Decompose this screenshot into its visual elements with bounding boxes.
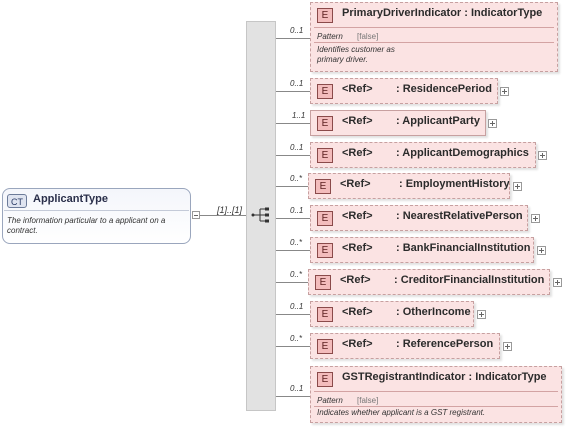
connector-line <box>200 215 246 216</box>
expand-icon[interactable] <box>538 151 547 160</box>
collapse-icon[interactable] <box>192 211 200 219</box>
element-name: : ResidencePeriod <box>396 83 492 95</box>
element-name: : CreditorFinancialInstitution <box>394 274 545 286</box>
connector-line <box>276 282 308 283</box>
element-box[interactable]: E <Ref> : NearestRelativePerson <box>310 205 528 231</box>
complex-type-divider <box>4 210 189 211</box>
cardinality-label: 0..1 <box>290 206 304 215</box>
element-documentation: Identifies customer as <box>317 45 395 54</box>
separator <box>314 27 554 28</box>
element-name: : ReferencePerson <box>396 338 494 350</box>
expand-icon[interactable] <box>537 246 546 255</box>
connector-line <box>276 396 310 397</box>
sequence-icon[interactable] <box>251 207 271 223</box>
expand-icon[interactable] <box>500 87 509 96</box>
cardinality-label: 1..1 <box>292 111 306 120</box>
element-badge: E <box>317 84 333 99</box>
element-name: : ApplicantParty <box>396 115 480 127</box>
cardinality-label: 0..* <box>290 334 303 343</box>
element-badge: E <box>315 275 331 290</box>
ref-label: <Ref> <box>342 115 373 127</box>
sequence-cardinality: [1]..[1] <box>217 205 243 215</box>
connector-line <box>276 91 310 92</box>
separator <box>314 391 558 392</box>
connector-line <box>276 218 310 219</box>
element-box[interactable]: E <Ref> : EmploymentHistory <box>308 173 510 199</box>
element-badge: E <box>317 211 333 226</box>
element-badge: E <box>317 8 333 23</box>
ref-label: <Ref> <box>342 83 373 95</box>
cardinality-label: 0..1 <box>290 79 304 88</box>
element-name: : EmploymentHistory <box>399 178 510 190</box>
element-box[interactable]: E PrimaryDriverIndicator : IndicatorType… <box>310 2 558 72</box>
cardinality-label: 0..1 <box>290 384 304 393</box>
cardinality-label: 0..* <box>290 238 303 247</box>
element-box[interactable]: E <Ref> : ApplicantDemographics <box>310 142 536 168</box>
element-box[interactable]: E <Ref> : ResidencePeriod <box>310 78 498 104</box>
complex-type-badge: CT <box>7 194 27 208</box>
expand-icon[interactable] <box>553 278 562 287</box>
element-box[interactable]: E <Ref> : ApplicantParty <box>310 110 486 136</box>
ref-label: <Ref> <box>342 338 373 350</box>
connector-line <box>276 186 308 187</box>
element-box[interactable]: E GSTRegistrantIndicator : IndicatorType… <box>310 366 562 423</box>
element-box[interactable]: E <Ref> : ReferencePerson <box>310 333 500 359</box>
ref-label: <Ref> <box>340 178 371 190</box>
cardinality-label: 0..* <box>290 174 303 183</box>
facet-value: [false] <box>357 396 379 405</box>
element-badge: E <box>317 116 333 131</box>
element-name: : OtherIncome <box>396 306 471 318</box>
complex-type-documentation: The information particular to a applican… <box>7 216 166 235</box>
cardinality-label: 0..* <box>290 270 303 279</box>
cardinality-label: 0..1 <box>290 26 304 35</box>
expand-icon[interactable] <box>488 119 497 128</box>
expand-icon[interactable] <box>513 182 522 191</box>
element-name: PrimaryDriverIndicator : IndicatorType <box>342 7 543 19</box>
separator <box>314 406 558 407</box>
connector-line <box>276 123 310 124</box>
element-name: : NearestRelativePerson <box>396 210 523 222</box>
separator <box>314 42 554 43</box>
ref-label: <Ref> <box>342 147 373 159</box>
element-badge: E <box>317 307 333 322</box>
element-box[interactable]: E <Ref> : OtherIncome <box>310 301 474 327</box>
element-documentation: primary driver. <box>317 55 368 64</box>
element-name: GSTRegistrantIndicator : IndicatorType <box>342 371 547 383</box>
facet-value: [false] <box>357 32 379 41</box>
cardinality-label: 0..1 <box>290 302 304 311</box>
element-documentation: Indicates whether applicant is a GST reg… <box>317 408 486 417</box>
element-badge: E <box>317 243 333 258</box>
connector-line <box>276 250 310 251</box>
facet-label: Pattern <box>317 32 343 41</box>
ref-label: <Ref> <box>342 306 373 318</box>
complex-type-name: ApplicantType <box>33 193 108 205</box>
element-name: : BankFinancialInstitution <box>396 242 531 254</box>
ref-label: <Ref> <box>340 274 371 286</box>
expand-icon[interactable] <box>477 310 486 319</box>
element-name: : ApplicantDemographics <box>396 147 529 159</box>
element-badge: E <box>317 372 333 387</box>
connector-line <box>276 346 310 347</box>
expand-icon[interactable] <box>531 214 540 223</box>
ref-label: <Ref> <box>342 242 373 254</box>
ref-label: <Ref> <box>342 210 373 222</box>
element-badge: E <box>317 148 333 163</box>
expand-icon[interactable] <box>503 342 512 351</box>
element-badge: E <box>317 339 333 354</box>
cardinality-label: 0..1 <box>290 143 304 152</box>
element-badge: E <box>315 179 331 194</box>
connector-line <box>276 155 310 156</box>
element-box[interactable]: E <Ref> : BankFinancialInstitution <box>310 237 534 263</box>
connector-line <box>276 38 310 39</box>
facet-label: Pattern <box>317 396 343 405</box>
element-box[interactable]: E <Ref> : CreditorFinancialInstitution <box>308 269 550 295</box>
connector-line <box>276 314 310 315</box>
